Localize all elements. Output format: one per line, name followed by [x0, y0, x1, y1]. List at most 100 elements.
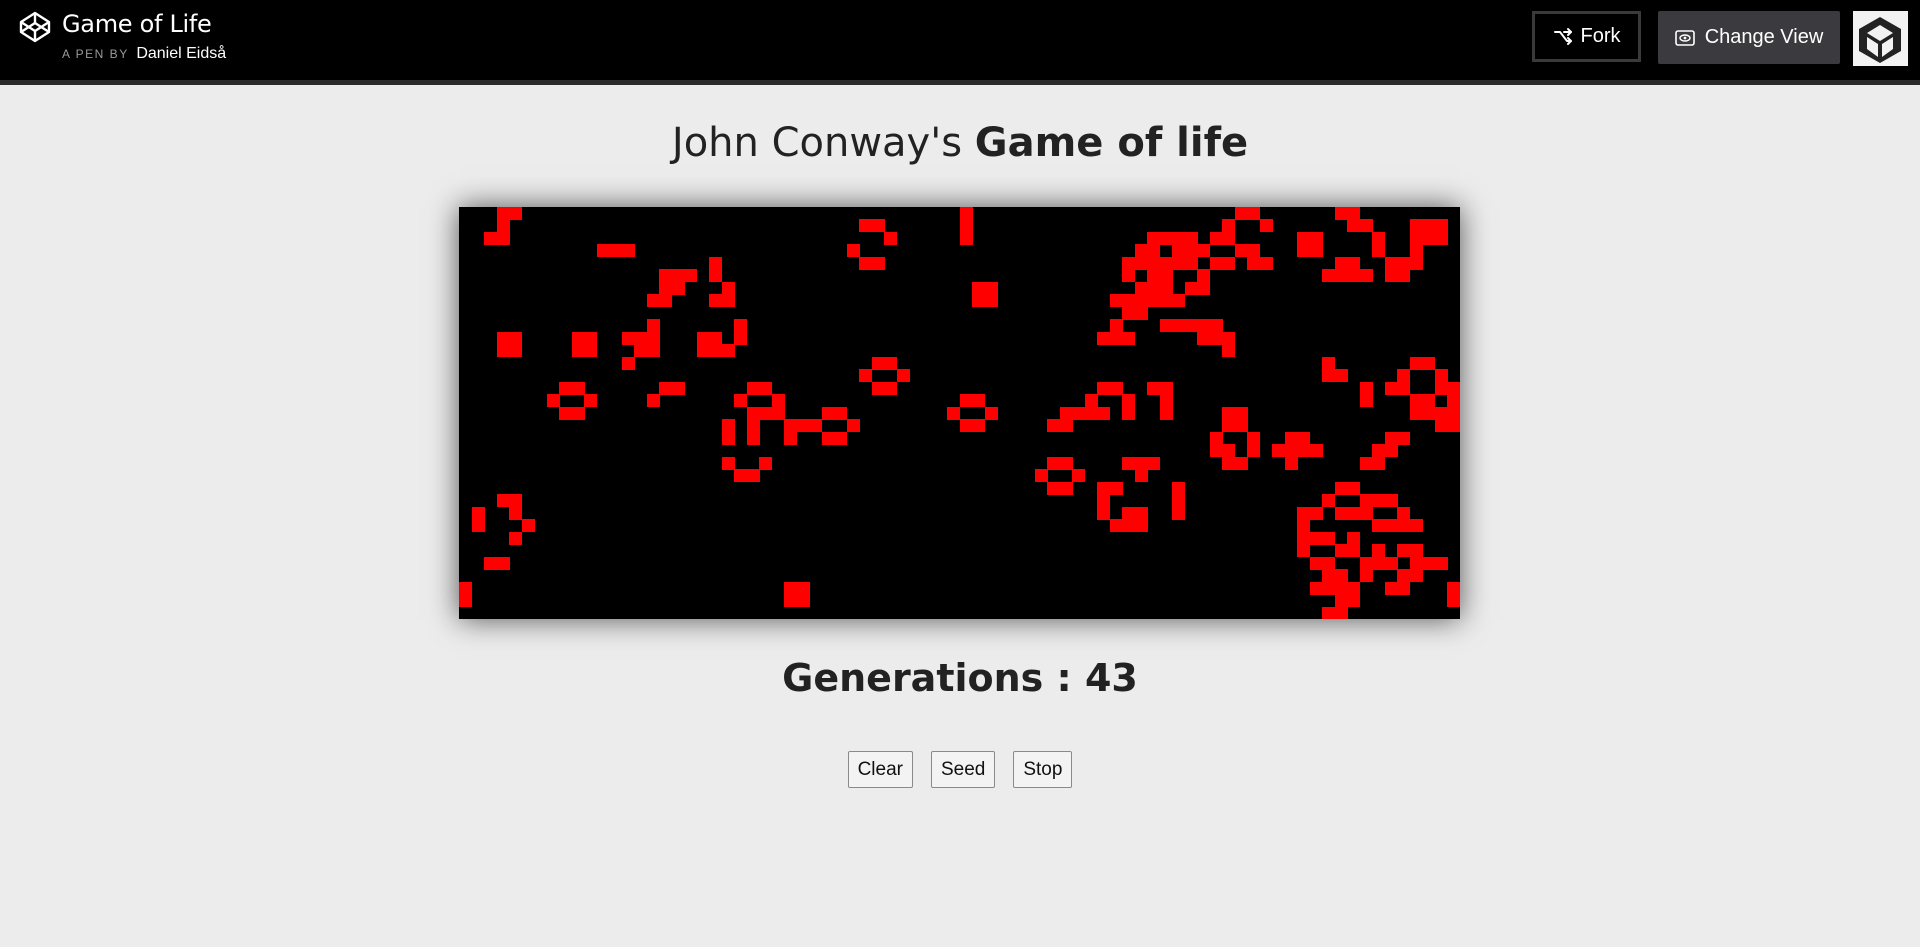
live-cell[interactable]: [521, 519, 535, 533]
live-cell[interactable]: [1147, 231, 1161, 245]
live-cell[interactable]: [1422, 406, 1436, 420]
live-cell[interactable]: [1397, 569, 1411, 583]
live-cell[interactable]: [1147, 281, 1161, 295]
stop-button[interactable]: Stop: [1013, 751, 1073, 788]
live-cell[interactable]: [1372, 519, 1386, 533]
live-cell[interactable]: [496, 207, 510, 220]
live-cell[interactable]: [1422, 356, 1436, 370]
live-cell[interactable]: [1097, 481, 1111, 495]
live-cell[interactable]: [1309, 231, 1323, 245]
live-cell[interactable]: [709, 294, 723, 308]
live-cell[interactable]: [1297, 531, 1311, 545]
live-cell[interactable]: [1284, 431, 1298, 445]
live-cell[interactable]: [1397, 381, 1411, 395]
live-cell[interactable]: [959, 394, 973, 408]
live-cell[interactable]: [1359, 456, 1373, 470]
live-cell[interactable]: [871, 256, 885, 270]
live-cell[interactable]: [1184, 244, 1198, 258]
live-cell[interactable]: [1197, 281, 1211, 295]
live-cell[interactable]: [1097, 494, 1111, 508]
live-cell[interactable]: [471, 506, 485, 520]
live-cell[interactable]: [1447, 381, 1460, 395]
live-cell[interactable]: [959, 219, 973, 233]
live-cell[interactable]: [1172, 481, 1186, 495]
live-cell[interactable]: [1334, 269, 1348, 283]
live-cell[interactable]: [1372, 456, 1386, 470]
live-cell[interactable]: [734, 331, 748, 345]
live-cell[interactable]: [1309, 444, 1323, 458]
live-cell[interactable]: [509, 331, 523, 345]
live-cell[interactable]: [1159, 394, 1173, 408]
live-cell[interactable]: [746, 381, 760, 395]
live-cell[interactable]: [984, 281, 998, 295]
live-cell[interactable]: [596, 244, 610, 258]
live-cell[interactable]: [1209, 256, 1223, 270]
live-cell[interactable]: [634, 331, 648, 345]
live-cell[interactable]: [1409, 231, 1423, 245]
live-cell[interactable]: [959, 419, 973, 433]
live-cell[interactable]: [496, 231, 510, 245]
live-cell[interactable]: [1384, 519, 1398, 533]
live-cell[interactable]: [496, 344, 510, 358]
live-cell[interactable]: [1097, 381, 1111, 395]
live-cell[interactable]: [1147, 456, 1161, 470]
live-cell[interactable]: [646, 344, 660, 358]
live-cell[interactable]: [871, 381, 885, 395]
live-cell[interactable]: [1334, 256, 1348, 270]
live-cell[interactable]: [1109, 294, 1123, 308]
live-cell[interactable]: [496, 556, 510, 570]
live-cell[interactable]: [1334, 544, 1348, 558]
live-cell[interactable]: [1247, 207, 1261, 220]
live-cell[interactable]: [571, 331, 585, 345]
live-cell[interactable]: [1422, 556, 1436, 570]
live-cell[interactable]: [1234, 419, 1248, 433]
live-cell[interactable]: [859, 256, 873, 270]
live-cell[interactable]: [746, 419, 760, 433]
live-cell[interactable]: [709, 344, 723, 358]
live-cell[interactable]: [1422, 231, 1436, 245]
live-cell[interactable]: [1359, 506, 1373, 520]
live-cell[interactable]: [1159, 281, 1173, 295]
live-cell[interactable]: [671, 281, 685, 295]
live-cell[interactable]: [1372, 444, 1386, 458]
live-cell[interactable]: [1159, 231, 1173, 245]
live-cell[interactable]: [1159, 256, 1173, 270]
live-cell[interactable]: [646, 319, 660, 333]
live-cell[interactable]: [1259, 256, 1273, 270]
live-cell[interactable]: [721, 419, 735, 433]
live-cell[interactable]: [721, 456, 735, 470]
live-cell[interactable]: [1159, 294, 1173, 308]
live-cell[interactable]: [1347, 481, 1361, 495]
live-cell[interactable]: [784, 581, 798, 595]
live-cell[interactable]: [1184, 281, 1198, 295]
live-cell[interactable]: [746, 406, 760, 420]
live-cell[interactable]: [1309, 531, 1323, 545]
live-cell[interactable]: [1409, 219, 1423, 233]
live-cell[interactable]: [1372, 231, 1386, 245]
live-cell[interactable]: [1197, 319, 1211, 333]
live-cell[interactable]: [721, 281, 735, 295]
live-cell[interactable]: [1109, 319, 1123, 333]
live-cell[interactable]: [1409, 256, 1423, 270]
live-cell[interactable]: [559, 381, 573, 395]
live-cell[interactable]: [1047, 481, 1061, 495]
live-cell[interactable]: [571, 344, 585, 358]
live-cell[interactable]: [1222, 331, 1236, 345]
live-cell[interactable]: [1134, 244, 1148, 258]
live-cell[interactable]: [759, 456, 773, 470]
live-cell[interactable]: [1397, 519, 1411, 533]
live-cell[interactable]: [671, 381, 685, 395]
live-cell[interactable]: [1322, 556, 1336, 570]
live-cell[interactable]: [509, 506, 523, 520]
live-cell[interactable]: [1434, 406, 1448, 420]
live-cell[interactable]: [1222, 406, 1236, 420]
live-cell[interactable]: [1347, 544, 1361, 558]
live-cell[interactable]: [1347, 256, 1361, 270]
live-cell[interactable]: [621, 244, 635, 258]
live-cell[interactable]: [1384, 256, 1398, 270]
live-cell[interactable]: [1109, 381, 1123, 395]
live-cell[interactable]: [459, 581, 472, 595]
live-cell[interactable]: [1297, 231, 1311, 245]
live-cell[interactable]: [721, 344, 735, 358]
live-cell[interactable]: [1309, 581, 1323, 595]
